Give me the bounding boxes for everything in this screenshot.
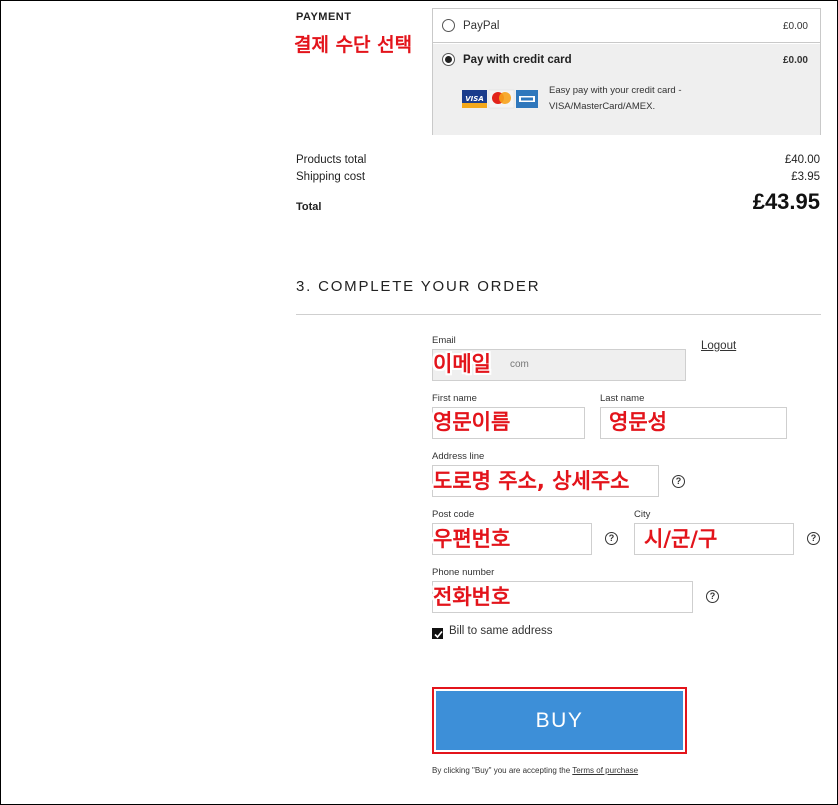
last-name-label: Last name [600, 393, 645, 404]
mastercard-icon [488, 89, 515, 109]
credit-card-radio[interactable] [442, 53, 455, 66]
visa-card-icon: VISA [462, 90, 487, 108]
bill-same-address-label: Bill to same address [449, 625, 553, 637]
terms-of-purchase-link[interactable]: Terms of purchase [572, 766, 638, 775]
logout-link[interactable]: Logout [701, 340, 736, 352]
post-code-field[interactable] [432, 523, 592, 555]
post-code-label: Post code [432, 509, 475, 520]
section-divider [296, 314, 821, 315]
credit-card-description: Easy pay with your credit card - VISA/Ma… [549, 85, 682, 112]
city-label: City [634, 509, 651, 520]
payment-methods-box: PayPal £0.00 Pay with credit card £0.00 … [432, 8, 821, 135]
payment-section-label: PAYMENT [296, 11, 352, 23]
complete-order-title: 3. COMPLETE YOUR ORDER [296, 278, 541, 295]
svg-text:VISA: VISA [465, 95, 483, 103]
paypal-price: £0.00 [782, 21, 808, 32]
payment-option-paypal[interactable]: PayPal £0.00 [433, 9, 820, 43]
shipping-cost-label: Shipping cost [296, 171, 366, 183]
checkmark-icon [434, 630, 443, 639]
email-field[interactable]: com [432, 349, 686, 381]
credit-card-label: Pay with credit card [463, 54, 572, 66]
first-name-field[interactable] [432, 407, 585, 439]
credit-card-price: £0.00 [782, 55, 808, 66]
phone-help-icon[interactable]: ? [706, 590, 719, 603]
last-name-field[interactable] [600, 407, 787, 439]
city-field[interactable] [634, 523, 794, 555]
paypal-radio[interactable] [442, 19, 455, 32]
products-total-label: Products total [296, 154, 367, 166]
card-logos: VISA [462, 89, 538, 109]
payment-option-credit-card[interactable]: Pay with credit card £0.00 VISA Easy pay… [433, 44, 820, 135]
shipping-cost-value: £3.95 [791, 171, 820, 183]
buy-button[interactable]: BUY [436, 691, 683, 750]
payment-annotation: 결제 수단 선택 [294, 34, 413, 56]
products-total-value: £40.00 [784, 154, 820, 166]
post-code-help-icon[interactable]: ? [605, 532, 618, 545]
paypal-label: PayPal [463, 20, 500, 32]
phone-label: Phone number [432, 567, 495, 578]
total-value: £43.95 [752, 189, 820, 214]
terms-prefix: By clicking "Buy" you are accepting the [432, 766, 573, 775]
amex-card-icon [516, 90, 538, 108]
address-help-icon[interactable]: ? [672, 475, 685, 488]
bill-same-address-checkbox[interactable] [432, 628, 443, 639]
terms-notice: By clicking "Buy" you are accepting the … [432, 766, 638, 775]
address-field[interactable] [432, 465, 659, 497]
first-name-label: First name [432, 393, 477, 404]
email-label: Email [432, 335, 456, 346]
phone-field[interactable] [432, 581, 693, 613]
address-label: Address line [432, 451, 485, 462]
city-help-icon[interactable]: ? [807, 532, 820, 545]
total-label: Total [296, 201, 322, 213]
